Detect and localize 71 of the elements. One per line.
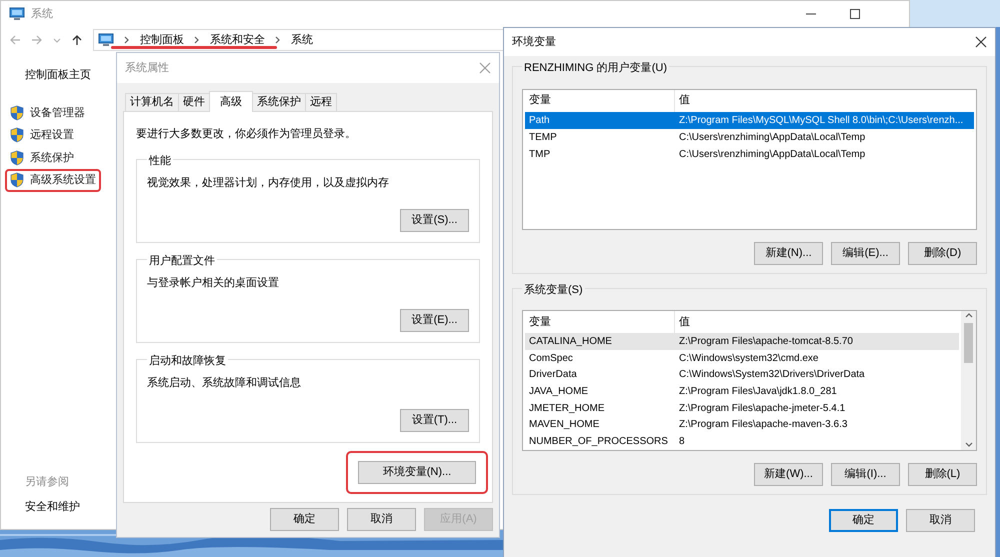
list-row[interactable]: NUMBER_OF_PROCESSORS 8 <box>525 433 959 450</box>
table-cell-text: MAVEN_HOME <box>528 419 600 430</box>
column-header[interactable]: 变量 <box>525 314 551 330</box>
column-header[interactable]: 值 <box>675 92 690 109</box>
group-description: 视觉效果，处理器计划，内存使用，以及虚拟内存 <box>147 176 390 191</box>
table-cell-text: TEMP <box>528 132 557 142</box>
list-row[interactable]: TMP C:\Users\renzhiming\AppData\Local\Temp <box>525 146 974 162</box>
sidebar-link[interactable]: 安全和维护 <box>25 498 117 515</box>
dialog-button[interactable]: 确定 <box>270 508 339 531</box>
group-title: RENZHIMING 的用户变量(U) <box>522 60 669 76</box>
settings-button[interactable]: 设置(S)... <box>400 208 469 232</box>
list-row[interactable]: DriverData C:\Windows\System32\Drivers\DriverData <box>525 366 959 384</box>
settings-button[interactable]: 设置(T)... <box>400 409 469 432</box>
list-action-button[interactable]: 删除(L) <box>908 463 977 486</box>
list-row[interactable]: MAVEN_HOME Z:\Program Files\apache-maven-3.6.3 <box>525 416 959 434</box>
environment-variables-button[interactable]: 环境变量(N)... <box>358 461 476 484</box>
dialog-title: 系统属性 <box>125 60 169 76</box>
dialog-title: 环境变量 <box>512 34 556 50</box>
group-description: 系统启动、系统故障和调试信息 <box>147 376 302 392</box>
tab[interactable]: 远程 <box>305 93 337 111</box>
table-cell-text: Z:\Program Files\apache-tomcat-8.5.70 <box>678 334 853 349</box>
section-heading: 另请参阅 <box>25 475 70 490</box>
sidebar-link[interactable]: 高级系统设置 <box>5 169 101 192</box>
sidebar-link[interactable]: 系统保护 <box>5 146 79 169</box>
list-action-button[interactable]: 新建(W)... <box>754 463 823 486</box>
dialog-button[interactable]: 取消 <box>347 508 416 531</box>
table-cell-text: Z:\Program Files\MySQL\MySQL Shell 8.0\bin\;C:\Users\renzh... <box>678 114 964 128</box>
list-row[interactable]: Path Z:\Program Files\MySQL\MySQL Shell 8.0\bin\;C:\Users\renzh... <box>525 112 974 128</box>
window-title: 系统 <box>31 6 53 22</box>
tab[interactable]: 计算机名 <box>125 93 179 111</box>
table-cell-text: C:\Users\renzhiming\AppData\Local\Temp <box>678 130 866 144</box>
sidebar-link[interactable]: 远程设置 <box>5 124 79 146</box>
list-row[interactable]: JMETER_HOME Z:\Program Files\apache-jmeter-5.4.1 <box>525 400 959 417</box>
column-header[interactable]: 值 <box>675 314 690 330</box>
list-action-button[interactable]: 新建(N)... <box>754 242 823 264</box>
breadcrumb-item[interactable]: 系统和安全 <box>210 32 265 48</box>
list-action-button[interactable]: 编辑(E)... <box>831 242 900 264</box>
table-cell-text: 8 <box>678 435 685 450</box>
sidebar-link[interactable]: 控制面板主页 <box>25 67 117 84</box>
list-row[interactable]: ComSpec C:\Windows\system32\cmd.exe <box>525 350 959 366</box>
group-description: 与登录帐户相关的桌面设置 <box>147 276 280 292</box>
dialog-button[interactable]: 确定 <box>829 509 898 532</box>
breadcrumb-item[interactable]: 控制面板 <box>140 32 184 48</box>
table-cell-text: DriverData <box>528 369 577 380</box>
column-header[interactable]: 变量 <box>525 92 551 109</box>
table-cell-text: Path <box>528 114 550 126</box>
table-cell-text: NUMBER_OF_PROCESSORS <box>528 436 668 448</box>
table-cell-text: JMETER_HOME <box>528 402 605 414</box>
list-action-button[interactable]: 编辑(I)... <box>831 463 900 486</box>
table-cell-text: ComSpec <box>528 352 573 364</box>
variable-list[interactable]: 变量 值 Path Z:\Program Files\MySQL\MySQL Shell 8.0\bin\;C:\Users\renzh... TEMP C:\Users\renzhiming\AppData\Local\Temp TMP C:\Users\renzhiming\AppData\Local\Temp <box>522 88 977 230</box>
table-cell-text: C:\Users\renzhiming\AppData\Local\Temp <box>678 148 866 162</box>
table-cell-text: C:\Windows\System32\Drivers\DriverData <box>678 368 865 382</box>
tab[interactable]: 高级 <box>209 91 253 112</box>
table-cell-text: CATALINA_HOME <box>528 336 612 347</box>
list-action-button[interactable]: 删除(D) <box>908 242 977 264</box>
table-cell-text: JAVA_HOME <box>528 386 588 398</box>
table-cell-text: Z:\Program Files\Java\jdk1.8.0_281 <box>678 385 837 400</box>
table-cell-text: TMP <box>528 148 550 160</box>
group-title: 系统变量(S) <box>522 282 585 298</box>
table-cell-text: C:\Windows\system32\cmd.exe <box>678 352 818 366</box>
table-cell-text: Z:\Program Files\apache-maven-3.6.3 <box>678 418 848 432</box>
list-row[interactable]: JAVA_HOME Z:\Program Files\Java\jdk1.8.0_281 <box>525 383 959 400</box>
settings-button[interactable]: 设置(E)... <box>400 308 469 332</box>
dialog-button[interactable]: 取消 <box>906 509 975 532</box>
table-cell-text: Z:\Program Files\apache-jmeter-5.4.1 <box>678 402 846 416</box>
sidebar-link[interactable]: 设备管理器 <box>5 102 90 124</box>
notice-text: 要进行大多数更改，你必须作为管理员登录。 <box>136 126 357 142</box>
list-row[interactable]: TEMP C:\Users\renzhiming\AppData\Local\Temp <box>525 128 974 146</box>
breadcrumb-item[interactable]: 系统 <box>291 32 313 48</box>
list-row[interactable]: CATALINA_HOME Z:\Program Files\apache-tomcat-8.5.70 <box>525 333 959 350</box>
